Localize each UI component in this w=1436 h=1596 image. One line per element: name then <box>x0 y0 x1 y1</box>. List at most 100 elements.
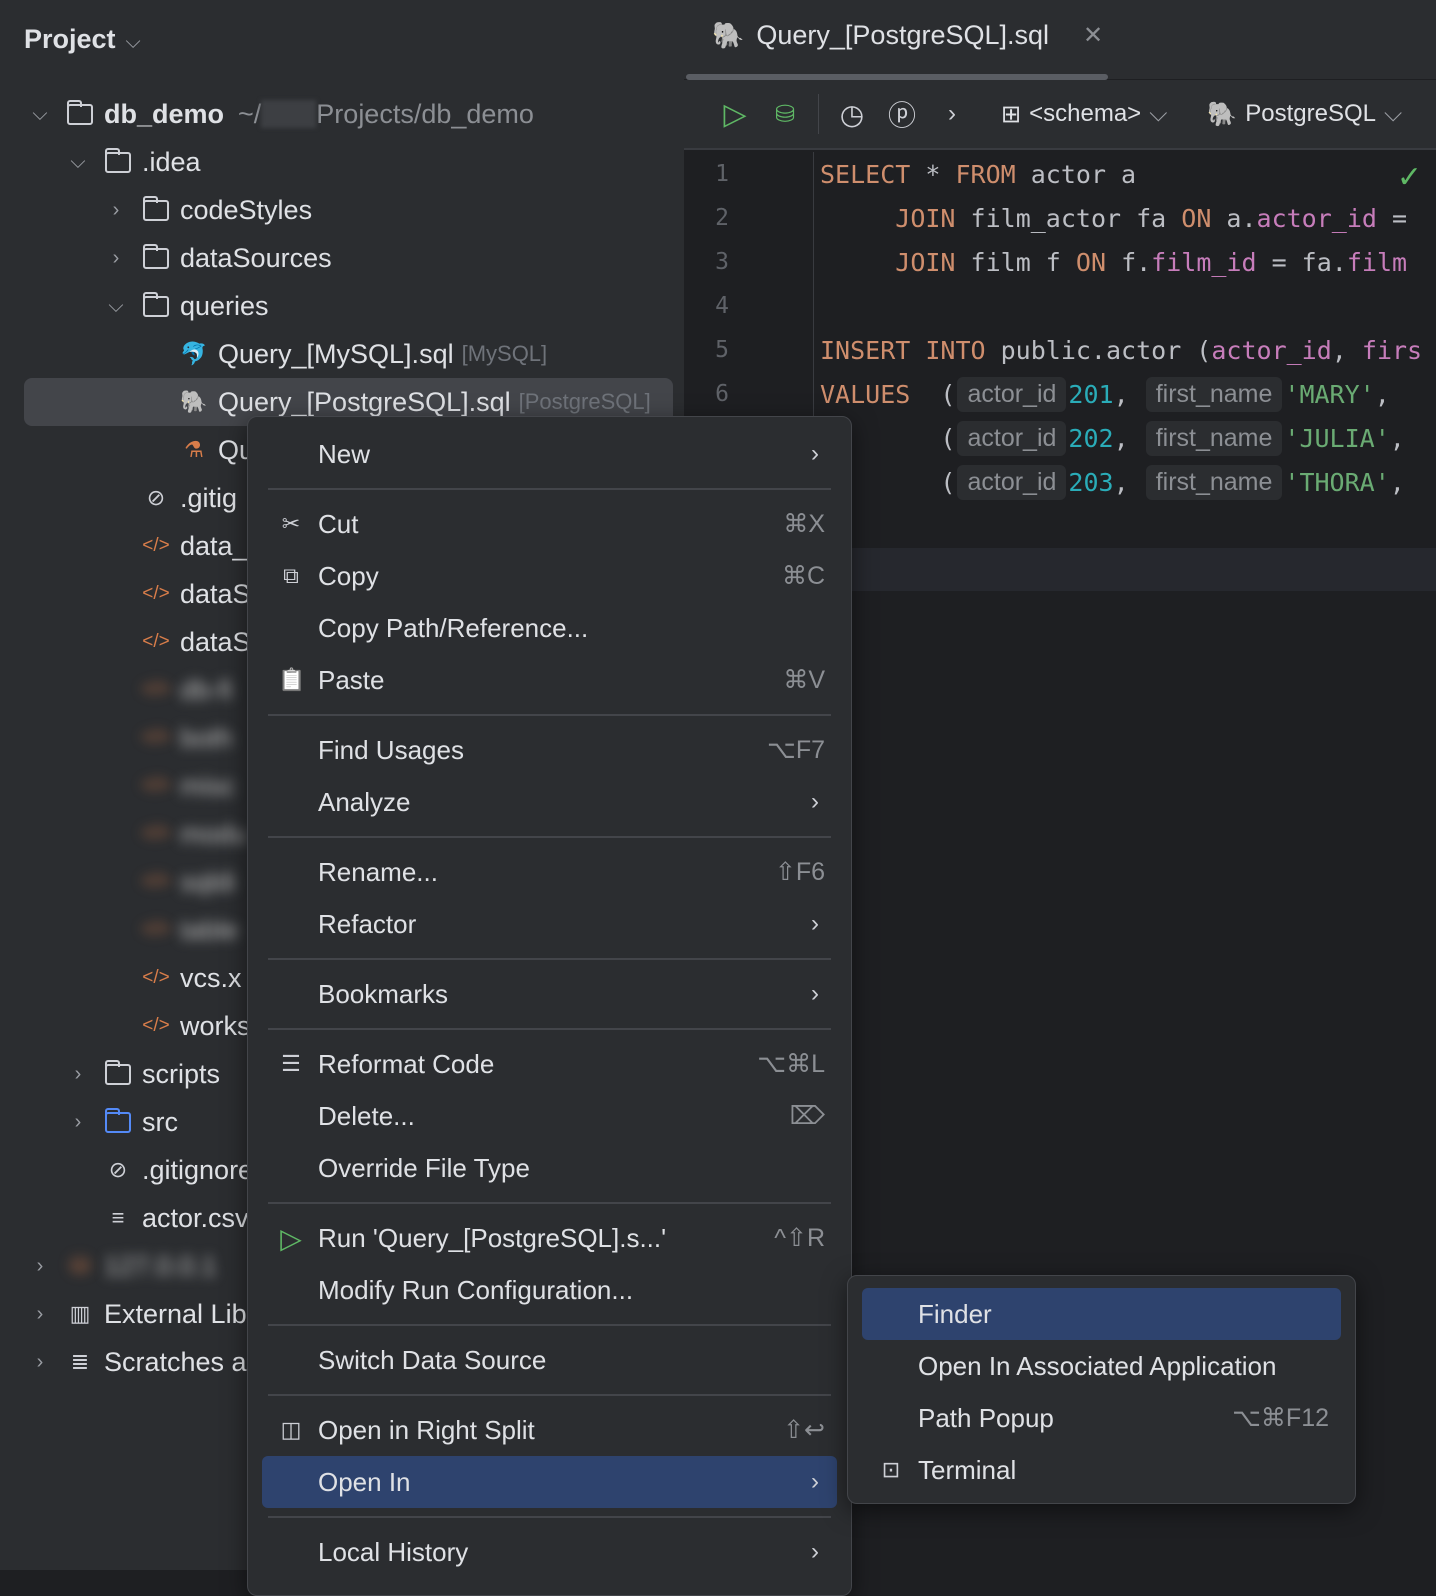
ignore-icon: ⊘ <box>108 1157 128 1182</box>
menu-item-terminal[interactable]: ⊡ Terminal <box>862 1444 1341 1496</box>
menu-item-cut[interactable]: ✂ Cut ⌘X <box>262 498 837 550</box>
shortcut-label: ⌘C <box>781 562 825 590</box>
chevron-right-icon[interactable]: › <box>927 89 977 139</box>
datasource-selector[interactable]: 🐘 PostgreSQL ⌵ <box>1207 100 1402 129</box>
tree-item[interactable]: ⌵ db_demo ~/ Projects/db_demo <box>0 90 684 138</box>
redacted-path <box>261 100 317 128</box>
code-token: public.actor ( <box>985 335 1212 365</box>
code-token: ( <box>910 379 956 409</box>
chevron-right-icon[interactable]: › <box>28 1351 52 1374</box>
explain-plan-icon[interactable]: ⛁ <box>760 89 810 139</box>
code-token: 'THORA' <box>1284 467 1390 497</box>
menu-separator <box>268 488 831 490</box>
menu-item-open-in[interactable]: Open In › <box>262 1456 837 1508</box>
code-token: ON <box>1075 247 1107 277</box>
tree-item-label: works <box>180 1010 251 1041</box>
menu-item-copy[interactable]: ⧉ Copy ⌘C <box>262 550 837 602</box>
menu-item-modify-run-configuration[interactable]: Modify Run Configuration... <box>262 1264 837 1316</box>
chevron-right-icon[interactable]: › <box>28 1303 52 1326</box>
code-token: firs <box>1361 335 1423 365</box>
project-title: Project <box>24 24 116 54</box>
menu-item-label: Copy Path/Reference... <box>318 612 589 643</box>
chevron-right-icon[interactable]: › <box>104 199 128 222</box>
menu-item-label: Finder <box>918 1298 992 1329</box>
editor-tab-bar: 🐘 Query_[PostgreSQL].sql ✕ <box>684 0 1436 80</box>
close-icon[interactable]: ✕ <box>1083 21 1103 50</box>
tree-item-label: misc <box>180 770 236 801</box>
menu-item-open-in-associated-application[interactable]: Open In Associated Application <box>862 1340 1341 1392</box>
xml-icon: </> <box>142 679 170 700</box>
menu-item-find-usages[interactable]: Find Usages ⌥F7 <box>262 724 837 776</box>
menu-item-copy-path-reference[interactable]: Copy Path/Reference... <box>262 602 837 654</box>
code-line: 4 <box>684 284 1436 328</box>
chevron-down-icon[interactable]: ⌵ <box>28 103 52 126</box>
parameter-hint: first_name <box>1145 420 1283 456</box>
code-token: a. <box>1211 203 1257 233</box>
parameter-hint: actor_id <box>957 420 1067 456</box>
tree-item[interactable]: 🐬 Query_[MySQL].sql [MySQL] <box>0 330 684 378</box>
line-number: 4 <box>715 293 729 319</box>
tree-item-label: External Lib <box>104 1298 247 1329</box>
menu-item-paste[interactable]: 📋 Paste ⌘V <box>262 654 837 706</box>
menu-item-label: Delete... <box>318 1100 415 1131</box>
menu-item-rename[interactable]: Rename... ⇧F6 <box>262 846 837 898</box>
tab-scrollbar[interactable] <box>686 74 1108 80</box>
chevron-right-icon[interactable]: › <box>66 1063 90 1086</box>
menu-item-label: Bookmarks <box>318 978 449 1009</box>
chevron-down-icon: ⌵ <box>1149 100 1168 127</box>
code-token: 201 <box>1068 379 1114 409</box>
tree-item[interactable]: ⌵ queries <box>0 282 684 330</box>
schema-icon: ⊞ <box>1001 100 1022 128</box>
editor-tab[interactable]: 🐘 Query_[PostgreSQL].sql ✕ <box>712 20 1103 51</box>
datasource-icon: ⛁ <box>70 1253 90 1278</box>
line-number: 3 <box>715 249 729 275</box>
menu-item-switch-data-source[interactable]: Switch Data Source <box>262 1334 837 1386</box>
chevron-right-icon[interactable]: › <box>66 1111 90 1134</box>
tree-item-label: both <box>180 722 233 753</box>
menu-item-new[interactable]: New › <box>262 428 837 480</box>
chevron-right-icon[interactable]: › <box>28 1255 52 1278</box>
tree-item[interactable]: › dataSources <box>0 234 684 282</box>
chevron-right-icon[interactable]: › <box>104 247 128 270</box>
menu-item-path-popup[interactable]: Path Popup ⌥⌘F12 <box>862 1392 1341 1444</box>
chevron-down-icon[interactable]: ⌵ <box>66 151 90 174</box>
menu-item-bookmarks[interactable]: Bookmarks › <box>262 968 837 1020</box>
run-icon[interactable]: ▷ <box>710 89 760 139</box>
tree-item-label: actor.csv <box>142 1202 249 1233</box>
menu-separator <box>268 714 831 716</box>
tree-item[interactable]: ⌵ .idea <box>0 138 684 186</box>
code-token: 203 <box>1068 467 1114 497</box>
menu-separator <box>268 1324 831 1326</box>
menu-item-override-file-type[interactable]: Override File Type <box>262 1142 837 1194</box>
tree-item-label: .idea <box>142 146 201 177</box>
history-icon[interactable]: ◷ <box>827 89 877 139</box>
menu-item-refactor[interactable]: Refactor › <box>262 898 837 950</box>
tree-item[interactable]: › codeStyles <box>0 186 684 234</box>
parameters-icon[interactable]: ⓟ <box>877 89 927 139</box>
schema-selector[interactable]: ⊞ <schema> ⌵ <box>1001 100 1167 129</box>
menu-separator <box>268 1394 831 1396</box>
menu-item-run-query-postgresql-s[interactable]: ▷ Run 'Query_[PostgreSQL].s...' ^⇧R <box>262 1212 837 1264</box>
code-token: 'JULIA' <box>1284 423 1390 453</box>
xml-icon: </> <box>142 583 170 604</box>
menu-item-local-history[interactable]: Local History › <box>262 1526 837 1578</box>
menu-item-label: Refactor <box>318 908 417 939</box>
menu-item-label: Modify Run Configuration... <box>318 1274 634 1305</box>
project-view-selector[interactable]: Project ⌵ <box>24 24 141 55</box>
tree-item-label: dataS <box>180 578 251 609</box>
tree-item-label: data_ <box>180 530 248 561</box>
menu-item-label: Open In <box>318 1466 411 1497</box>
menu-item-analyze[interactable]: Analyze › <box>262 776 837 828</box>
menu-item-open-in-right-split[interactable]: ◫ Open in Right Split ⇧↩ <box>262 1404 837 1456</box>
postgresql-icon: 🐘 <box>1207 100 1238 128</box>
menu-item-finder[interactable]: Finder <box>862 1288 1341 1340</box>
shortcut-label: ⇧↩ <box>783 1416 825 1444</box>
menu-item-delete[interactable]: Delete... ⌦ <box>262 1090 837 1142</box>
xml-icon: </> <box>142 967 170 988</box>
code-token: 'MARY' <box>1284 379 1375 409</box>
menu-item-reformat-code[interactable]: ☰ Reformat Code ⌥⌘L <box>262 1038 837 1090</box>
tab-label: Query_[PostgreSQL].sql <box>756 20 1050 50</box>
chevron-down-icon[interactable]: ⌵ <box>104 295 128 318</box>
tree-item-label: Query_[MySQL].sql <box>218 338 454 369</box>
